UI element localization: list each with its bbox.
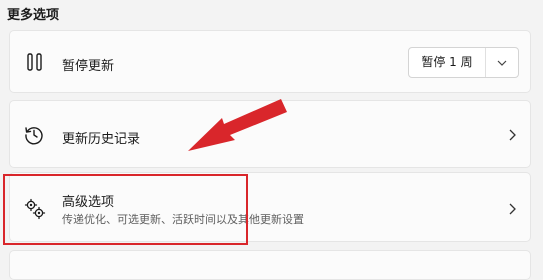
pause-updates-label: 暂停更新 <box>62 59 115 74</box>
pause-one-week-button[interactable]: 暂停 1 周 <box>409 48 486 77</box>
advanced-options-label: 高级选项 <box>62 195 115 210</box>
gears-icon <box>24 198 46 220</box>
advanced-options-description: 传递优化、可选更新、活跃时间以及其他更新设置 <box>62 213 304 226</box>
pause-duration-dropdown[interactable] <box>486 48 518 77</box>
next-options-row[interactable] <box>9 250 531 280</box>
chevron-down-icon <box>497 60 507 66</box>
section-title: 更多选项 <box>7 8 60 23</box>
advanced-options-row[interactable]: 高级选项 传递优化、可选更新、活跃时间以及其他更新设置 <box>9 172 531 242</box>
update-history-row[interactable]: 更新历史记录 <box>9 100 531 168</box>
pause-icon <box>27 53 42 71</box>
history-icon <box>25 127 43 145</box>
chevron-right-icon <box>509 203 516 215</box>
pause-duration-split-button: 暂停 1 周 <box>408 47 519 78</box>
chevron-right-icon <box>509 129 516 141</box>
update-history-label: 更新历史记录 <box>62 132 141 147</box>
